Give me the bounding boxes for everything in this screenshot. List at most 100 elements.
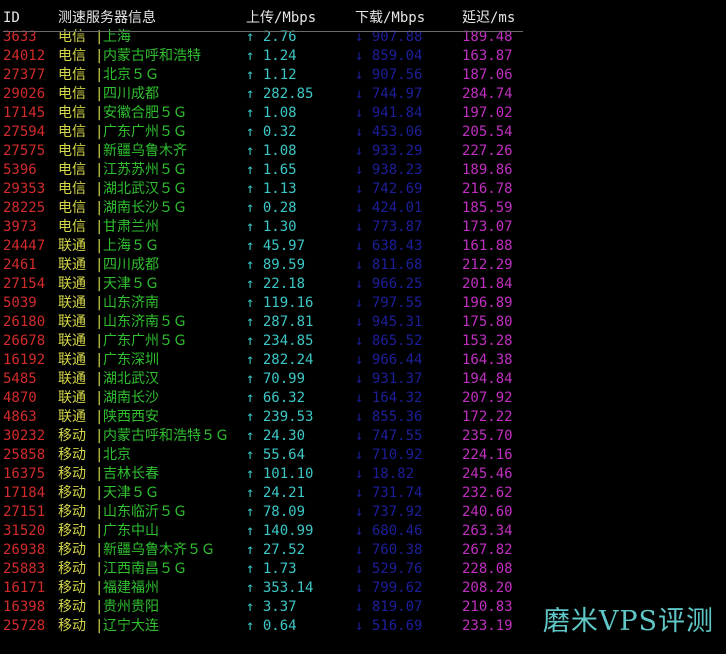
row-isp: 移动: [58, 485, 86, 501]
row-download: ↓ 747.55: [355, 428, 423, 444]
row-id: 26678: [3, 333, 46, 349]
row-city: 江西南昌５Ｇ: [103, 561, 187, 577]
row-id: 3973: [3, 219, 37, 235]
row-upload: ↑ 55.64: [246, 447, 306, 463]
row-latency: 153.28: [462, 333, 513, 349]
table-row: 27575 电信 | 新疆乌鲁木齐 ↑ 1.08 ↓ 933.29 227.26: [3, 142, 723, 161]
row-id: 5396: [3, 162, 37, 178]
row-id: 17145: [3, 105, 46, 121]
row-latency: 284.74: [462, 86, 513, 102]
table-row: 5396 电信 | 江苏苏州５Ｇ ↑ 1.65 ↓ 938.23 189.86: [3, 161, 723, 180]
row-id: 26180: [3, 314, 46, 330]
row-upload: ↑ 282.85: [246, 86, 314, 102]
row-isp: 联通: [58, 257, 86, 273]
table-row: 26938 移动 | 新疆乌鲁木齐５Ｇ ↑ 27.52 ↓ 760.38 267.82: [3, 541, 723, 560]
table-row: 4863 联通 | 陕西西安 ↑ 239.53 ↓ 855.36 172.22: [3, 408, 723, 427]
row-latency: 233.19: [462, 618, 513, 634]
row-download: ↓ 731.74: [355, 485, 423, 501]
row-latency: 207.92: [462, 390, 513, 406]
row-isp: 电信: [58, 200, 86, 216]
row-city: 北京５Ｇ: [103, 67, 159, 83]
row-latency: 216.78: [462, 181, 513, 197]
row-isp: 移动: [58, 523, 86, 539]
row-download: ↓ 966.44: [355, 352, 423, 368]
row-id: 27575: [3, 143, 46, 159]
row-isp: 联通: [58, 238, 86, 254]
row-upload: ↑ 22.18: [246, 276, 306, 292]
row-isp: 移动: [58, 618, 86, 634]
row-download: ↓ 811.68: [355, 257, 423, 273]
row-city: 内蒙古呼和浩特５Ｇ: [103, 428, 229, 444]
row-id: 16398: [3, 599, 46, 615]
row-latency: 228.08: [462, 561, 513, 577]
row-city: 福建福州: [103, 580, 159, 596]
row-download: ↓ 760.38: [355, 542, 423, 558]
table-row: 29026 电信 | 四川成都 ↑ 282.85 ↓ 744.97 284.74: [3, 85, 723, 104]
row-upload: ↑ 1.08: [246, 105, 297, 121]
row-upload: ↑ 353.14: [246, 580, 314, 596]
row-latency: 189.86: [462, 162, 513, 178]
row-id: 31520: [3, 523, 46, 539]
row-city: 广东深圳: [103, 352, 159, 368]
row-city: 四川成都: [103, 86, 159, 102]
row-download: ↓ 931.37: [355, 371, 423, 387]
table-row: 17184 移动 | 天津５Ｇ ↑ 24.21 ↓ 731.74 232.62: [3, 484, 723, 503]
row-download: ↓ 797.55: [355, 295, 423, 311]
row-id: 25858: [3, 447, 46, 463]
row-city: 吉林长春: [103, 466, 159, 482]
row-city: 山东济南: [103, 295, 159, 311]
table-row: 29353 电信 | 湖北武汉５Ｇ ↑ 1.13 ↓ 742.69 216.78: [3, 180, 723, 199]
table-row: 5039 联通 | 山东济南 ↑ 119.16 ↓ 797.55 196.89: [3, 294, 723, 313]
row-download: ↓ 529.76: [355, 561, 423, 577]
row-latency: 196.89: [462, 295, 513, 311]
table-row: 27377 电信 | 北京５Ｇ ↑ 1.12 ↓ 907.56 187.06: [3, 66, 723, 85]
row-id: 27377: [3, 67, 46, 83]
row-city: 湖南长沙５Ｇ: [103, 200, 187, 216]
row-isp: 移动: [58, 580, 86, 596]
table-row: 3973 电信 | 甘肃兰州 ↑ 1.30 ↓ 773.87 173.07: [3, 218, 723, 237]
row-city: 内蒙古呼和浩特: [103, 48, 201, 64]
table-row: 24447 联通 | 上海５Ｇ ↑ 45.97 ↓ 638.43 161.88: [3, 237, 723, 256]
row-upload: ↑ 1.73: [246, 561, 297, 577]
row-city: 广东中山: [103, 523, 159, 539]
row-upload: ↑ 1.24: [246, 48, 297, 64]
row-upload: ↑ 1.08: [246, 143, 297, 159]
row-latency: 172.22: [462, 409, 513, 425]
row-upload: ↑ 234.85: [246, 333, 314, 349]
row-download: ↓ 855.36: [355, 409, 423, 425]
row-latency: 267.82: [462, 542, 513, 558]
row-upload: ↑ 1.65: [246, 162, 297, 178]
row-upload: ↑ 66.32: [246, 390, 306, 406]
row-isp: 移动: [58, 561, 86, 577]
row-latency: 232.62: [462, 485, 513, 501]
row-latency: 173.07: [462, 219, 513, 235]
row-upload: ↑ 239.53: [246, 409, 314, 425]
row-latency: 227.26: [462, 143, 513, 159]
table-row: 27154 联通 | 天津５Ｇ ↑ 22.18 ↓ 966.25 201.84: [3, 275, 723, 294]
row-isp: 移动: [58, 428, 86, 444]
watermark: 磨米VPS评测: [542, 606, 714, 637]
row-city: 天津５Ｇ: [103, 485, 159, 501]
row-latency: 197.02: [462, 105, 513, 121]
terminal-output: ID 测速服务器信息 上传/Mbps 下载/Mbps 延迟/ms 3633 电信 |…: [3, 9, 723, 636]
row-city: 上海５Ｇ: [103, 238, 159, 254]
row-latency: 212.29: [462, 257, 513, 273]
row-latency: 224.16: [462, 447, 513, 463]
row-isp: 联通: [58, 333, 86, 349]
header-server: 测速服务器信息: [58, 10, 156, 26]
table-row: 5485 联通 | 湖北武汉 ↑ 70.99 ↓ 931.37 194.84: [3, 370, 723, 389]
row-isp: 电信: [58, 67, 86, 83]
header-id: ID: [3, 10, 20, 26]
row-isp: 电信: [58, 48, 86, 64]
row-upload: ↑ 140.99: [246, 523, 314, 539]
row-upload: ↑ 1.13: [246, 181, 297, 197]
row-id: 4870: [3, 390, 37, 406]
row-upload: ↑ 24.21: [246, 485, 306, 501]
row-download: ↓ 453.06: [355, 124, 423, 140]
row-id: 27151: [3, 504, 46, 520]
row-id: 25883: [3, 561, 46, 577]
speedtest-results: 3633 电信 | 上海 ↑ 2.76 ↓ 907.88 189.48 24012 电信 | 内蒙古…: [3, 28, 723, 636]
row-id: 27594: [3, 124, 46, 140]
row-city: 北京: [103, 447, 131, 463]
row-id: 24447: [3, 238, 46, 254]
